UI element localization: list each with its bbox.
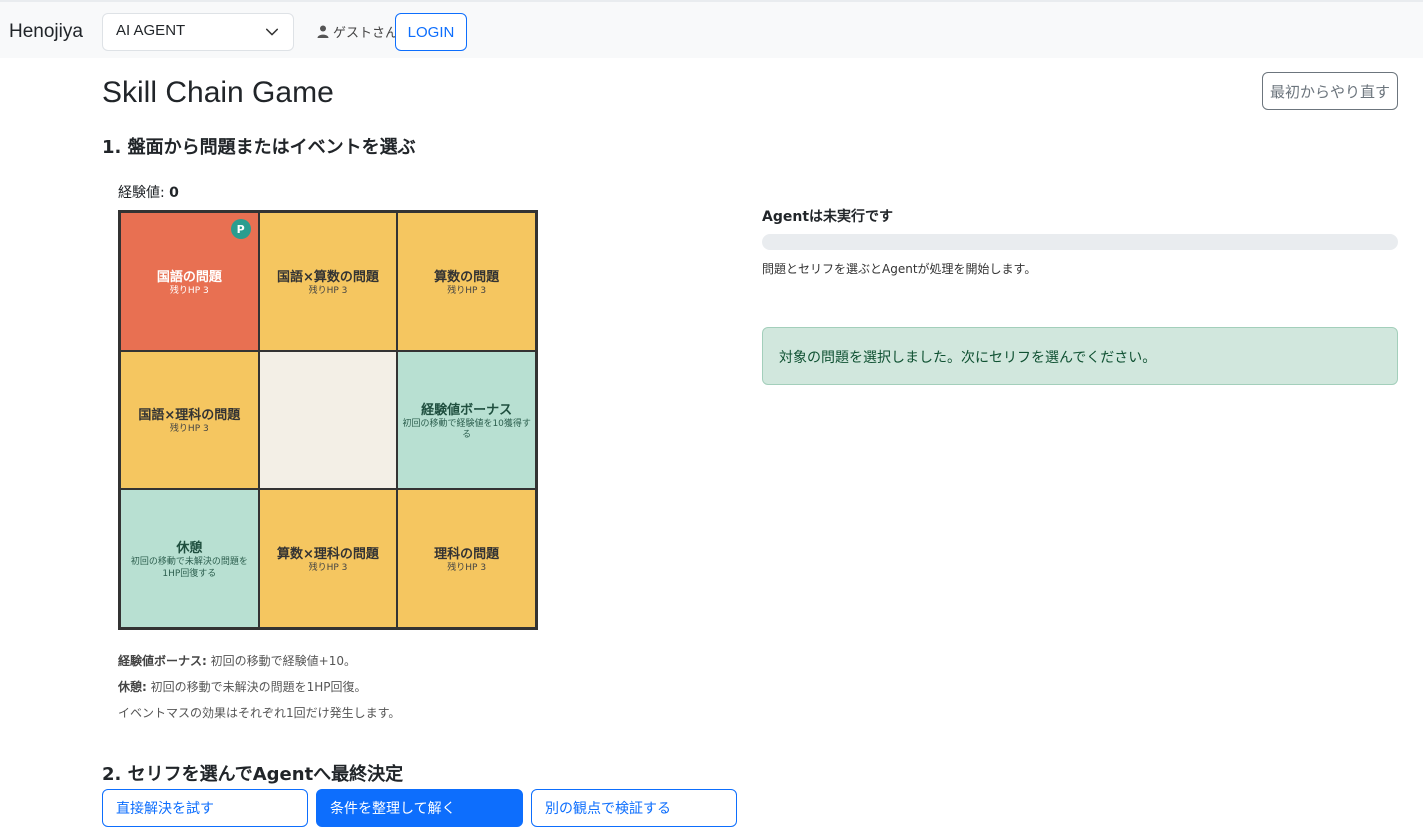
board-cell-3[interactable]: 国語×理科の問題 残りHP 3 <box>120 350 259 490</box>
cell-sub: 残りHP 3 <box>447 563 487 574</box>
agent-select[interactable]: AI AGENT <box>102 13 294 51</box>
agent-description: 問題とセリフを選ぶとAgentが処理を開始します。 <box>762 262 1037 276</box>
user-display: ゲストさん <box>317 22 398 41</box>
cell-sub: 残りHP 3 <box>169 285 209 296</box>
serif-button-verify[interactable]: 別の観点で検証する <box>531 789 737 827</box>
cell-title: 理科の問題 <box>434 547 500 563</box>
note-bonus-text: 初回の移動で経験値+10。 <box>210 654 356 668</box>
section-1-heading: 1. 盤面から問題またはイベントを選ぶ <box>102 137 416 158</box>
note-bonus: 経験値ボーナス: 初回の移動で経験値+10。 <box>118 648 400 674</box>
cell-title: 算数×理科の問題 <box>277 547 379 563</box>
cell-title: 国語の問題 <box>156 269 222 285</box>
login-button[interactable]: LOGIN <box>395 13 467 51</box>
game-board: P 国語の問題 残りHP 3 国語×算数の問題 残りHP 3 算数の問題 残りH… <box>118 210 538 630</box>
cell-sub: 残りHP 3 <box>169 424 209 435</box>
cell-title: 経験値ボーナス <box>421 402 513 418</box>
cell-title: 国語×理科の問題 <box>138 408 241 424</box>
agent-progress-bar <box>762 234 1398 250</box>
cell-sub: 残りHP 3 <box>308 285 348 296</box>
board-cell-5[interactable]: 経験値ボーナス 初回の移動で経験値を10獲得する <box>397 350 536 490</box>
note-bonus-label: 経験値ボーナス: <box>118 654 207 668</box>
experience-value: 0 <box>169 185 179 201</box>
note-event: イベントマスの効果はそれぞれ1回だけ発生します。 <box>118 706 401 720</box>
status-alert: 対象の問題を選択しました。次にセリフを選んでください。 <box>762 327 1398 385</box>
board-cell-7[interactable]: 算数×理科の問題 残りHP 3 <box>258 489 398 628</box>
section-2-heading: 2. セリフを選んでAgentへ最終決定 <box>102 764 404 785</box>
restart-button[interactable]: 最初からやり直す <box>1262 72 1398 110</box>
experience-label: 経験値: <box>118 185 165 201</box>
board-cell-2[interactable]: 算数の問題 残りHP 3 <box>397 212 536 351</box>
note-rest-text: 初回の移動で未解決の問題を1HP回復。 <box>150 680 367 694</box>
experience-display: 経験値: 0 <box>118 182 179 202</box>
cell-sub: 初回の移動で未解決の問題を1HP回復する <box>130 557 248 579</box>
serif-button-direct[interactable]: 直接解決を試す <box>102 789 308 827</box>
chevron-down-icon <box>265 28 279 36</box>
page-title: Skill Chain Game <box>102 76 334 109</box>
board-cell-6[interactable]: 休憩 初回の移動で未解決の問題を1HP回復する <box>120 489 259 628</box>
brand-logo[interactable]: Henojiya <box>9 21 83 43</box>
player-marker: P <box>230 219 251 239</box>
cell-title: 国語×算数の問題 <box>277 269 379 285</box>
agent-status: Agentは未実行です <box>762 209 894 225</box>
board-cell-4 <box>258 350 398 490</box>
note-rest-label: 休憩: <box>118 680 147 694</box>
cell-title: 休憩 <box>176 541 203 557</box>
note-rest: 休憩: 初回の移動で未解決の問題を1HP回復。 <box>118 674 400 700</box>
cell-sub: 残りHP 3 <box>447 285 487 296</box>
agent-select-value: AI AGENT <box>116 22 186 39</box>
user-icon <box>317 25 329 38</box>
navbar: Henojiya AI AGENT ゲストさん LOGIN <box>0 0 1423 58</box>
event-notes: 経験値ボーナス: 初回の移動で経験値+10。 休憩: 初回の移動で未解決の問題を… <box>118 648 400 726</box>
serif-button-organize[interactable]: 条件を整理して解く <box>316 789 523 827</box>
board-cell-1[interactable]: 国語×算数の問題 残りHP 3 <box>258 212 398 351</box>
cell-sub: 残りHP 3 <box>308 563 348 574</box>
user-name: ゲストさん <box>333 25 399 40</box>
cell-sub: 初回の移動で経験値を10獲得する <box>402 418 531 440</box>
cell-title: 算数の問題 <box>434 269 500 285</box>
board-cell-0[interactable]: P 国語の問題 残りHP 3 <box>120 212 259 351</box>
board-cell-8[interactable]: 理科の問題 残りHP 3 <box>397 489 536 628</box>
